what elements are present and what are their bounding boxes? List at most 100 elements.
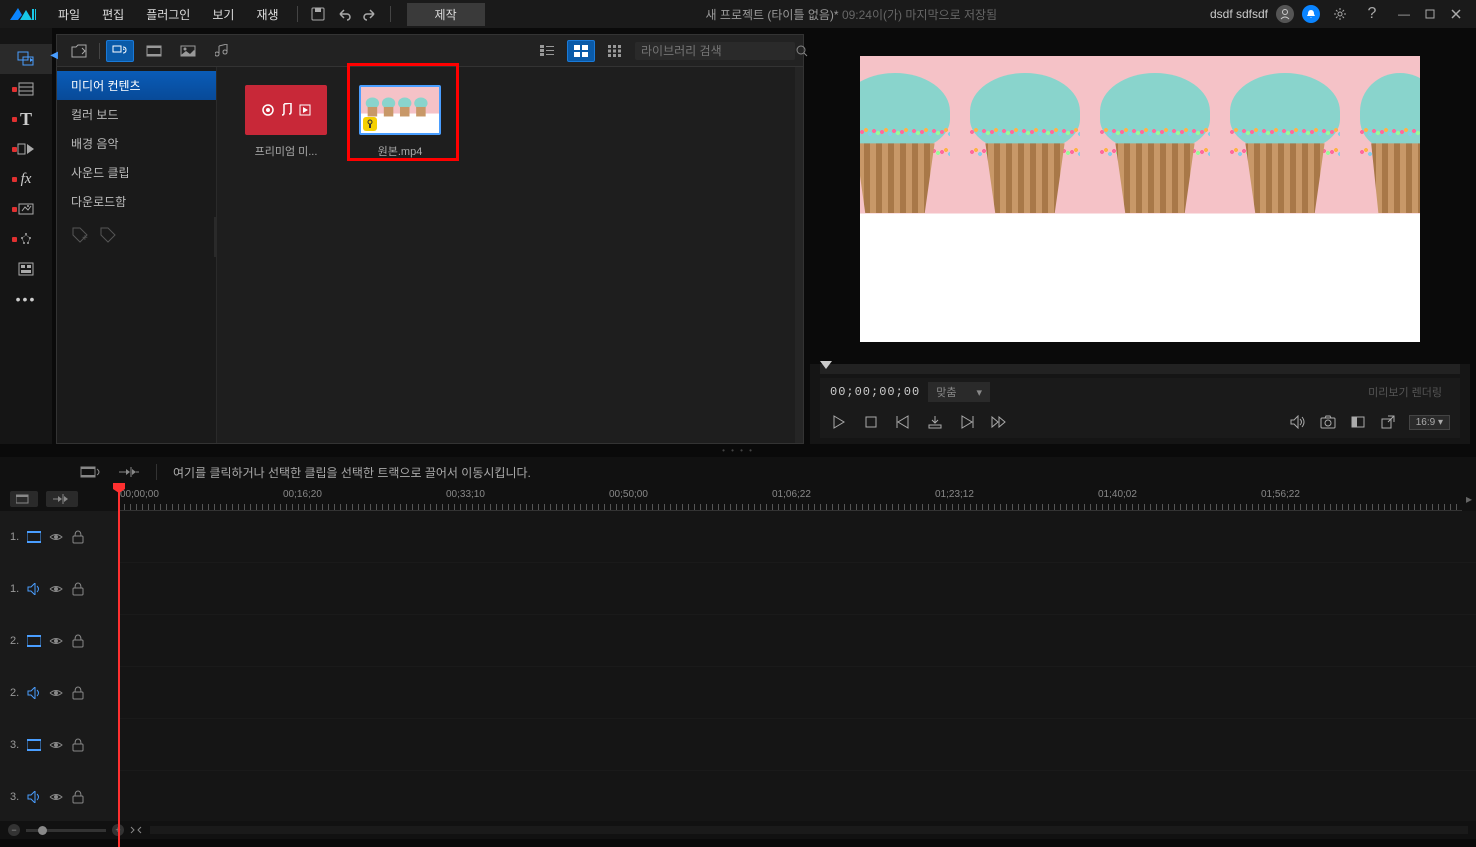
menu-plugin[interactable]: 플러그인 [136, 2, 200, 27]
track-head[interactable]: 2. [0, 615, 118, 666]
take-snapshot-icon[interactable] [926, 413, 944, 431]
media-item-video[interactable]: 원본.mp4 [355, 85, 445, 159]
produce-button[interactable]: 제작 [407, 3, 485, 26]
timeline-split-icon[interactable] [118, 465, 140, 479]
track-head[interactable]: 3. [0, 719, 118, 770]
rail-more-icon[interactable]: ••• [0, 284, 52, 314]
rail-effects-icon[interactable]: fx [0, 164, 52, 194]
sidebar-item-downloads[interactable]: 다운로드함 [57, 187, 216, 216]
panel-resize-handle[interactable]: • • • • [0, 446, 1476, 455]
dock-icon[interactable] [1349, 413, 1367, 431]
close-icon[interactable] [1444, 2, 1468, 26]
timeline-ruler[interactable]: 00;00;00 00;16;20 00;33;10 00;50;00 01;0… [118, 487, 1462, 511]
lock-icon[interactable] [71, 634, 85, 648]
search-icon[interactable] [796, 45, 808, 57]
zoom-out-icon[interactable]: − [8, 824, 20, 836]
timeline-view-icon[interactable] [80, 465, 102, 479]
eye-icon[interactable] [49, 530, 63, 544]
help-icon[interactable]: ? [1360, 2, 1384, 26]
rail-media-icon[interactable]: ◀ [0, 44, 52, 74]
play-icon[interactable] [830, 413, 848, 431]
rail-text-icon[interactable]: T [0, 104, 52, 134]
track-body[interactable] [118, 511, 1476, 562]
filter-video-icon[interactable] [140, 40, 168, 62]
preview-render-button[interactable]: 미리보기 렌더링 [1360, 382, 1450, 402]
notification-icon[interactable] [1302, 5, 1320, 23]
track-body[interactable] [118, 563, 1476, 614]
track-head[interactable]: 2. [0, 667, 118, 718]
redo-icon[interactable] [358, 2, 382, 26]
zoom-slider[interactable] [26, 829, 106, 832]
track-head[interactable]: 1. [0, 563, 118, 614]
zoom-fit-icon[interactable] [130, 824, 142, 836]
track-head[interactable]: 3. [0, 771, 118, 821]
rail-template-icon[interactable] [0, 254, 52, 284]
rail-particle-icon[interactable] [0, 224, 52, 254]
fit-select[interactable]: 맞춤▾ [928, 382, 990, 402]
maximize-icon[interactable] [1418, 2, 1442, 26]
lock-icon[interactable] [71, 582, 85, 596]
preview-scrubber[interactable] [820, 364, 1460, 374]
view-list-icon[interactable] [533, 40, 561, 62]
stop-icon[interactable] [862, 413, 880, 431]
preview-viewport[interactable] [810, 34, 1470, 364]
rail-board-icon[interactable] [0, 74, 52, 104]
zoom-thumb[interactable] [38, 826, 47, 835]
sidebar-item-media-content[interactable]: 미디어 컨텐츠 [57, 71, 216, 100]
track-body[interactable] [118, 667, 1476, 718]
aspect-ratio[interactable]: 16:9 ▾ [1409, 415, 1450, 430]
tag-add-icon[interactable]: + [71, 226, 89, 244]
timeline-scrollbar[interactable] [150, 826, 1468, 834]
view-detail-icon[interactable] [601, 40, 629, 62]
sidebar-item-sound-clip[interactable]: 사운드 클립 [57, 158, 216, 187]
volume-icon[interactable] [1289, 413, 1307, 431]
filter-image-icon[interactable] [174, 40, 202, 62]
filter-media-icon[interactable] [106, 40, 134, 62]
sidebar-item-bgm[interactable]: 배경 음악 [57, 129, 216, 158]
eye-icon[interactable] [49, 582, 63, 596]
lock-icon[interactable] [71, 738, 85, 752]
rail-transition-icon[interactable] [0, 134, 52, 164]
eye-icon[interactable] [49, 634, 63, 648]
scrub-marker[interactable] [820, 361, 832, 369]
track-head[interactable]: 1. [0, 511, 118, 562]
lock-icon[interactable] [71, 530, 85, 544]
minimize-icon[interactable]: — [1392, 2, 1416, 26]
eye-icon[interactable] [49, 738, 63, 752]
eye-icon[interactable] [49, 790, 63, 804]
rail-overlay-icon[interactable] [0, 194, 52, 224]
undo-icon[interactable] [332, 2, 356, 26]
import-icon[interactable] [65, 40, 93, 62]
track-body[interactable] [118, 719, 1476, 770]
track-toggle-1[interactable] [10, 491, 38, 507]
media-scrollbar[interactable] [795, 67, 803, 443]
lock-icon[interactable] [71, 686, 85, 700]
sidebar-item-color-board[interactable]: 컬러 보드 [57, 100, 216, 129]
menu-play[interactable]: 재생 [246, 2, 288, 27]
track-body[interactable] [118, 771, 1476, 821]
media-item-premium[interactable]: 프리미엄 미... [241, 85, 331, 159]
track-toggle-2[interactable] [46, 491, 78, 507]
search-input[interactable] [641, 44, 796, 58]
prev-frame-icon[interactable] [894, 413, 912, 431]
tag-icon[interactable] [99, 226, 117, 244]
search-box[interactable] [635, 42, 795, 60]
view-grid-icon[interactable] [567, 40, 595, 62]
ruler-scroll-right[interactable]: ▸ [1462, 487, 1476, 511]
next-frame-icon[interactable] [958, 413, 976, 431]
user-avatar-icon[interactable] [1276, 5, 1294, 23]
menu-edit[interactable]: 편집 [92, 2, 134, 27]
menu-view[interactable]: 보기 [202, 2, 244, 27]
track-body[interactable] [118, 615, 1476, 666]
filter-audio-icon[interactable] [208, 40, 236, 62]
menu-file[interactable]: 파일 [48, 2, 90, 27]
eye-icon[interactable] [49, 686, 63, 700]
settings-icon[interactable] [1328, 2, 1352, 26]
playhead[interactable] [118, 487, 120, 847]
popout-icon[interactable] [1379, 413, 1397, 431]
user-name: dsdf sdfsdf [1210, 7, 1268, 21]
save-icon[interactable] [306, 2, 330, 26]
fast-forward-icon[interactable] [990, 413, 1008, 431]
lock-icon[interactable] [71, 790, 85, 804]
snapshot-icon[interactable] [1319, 413, 1337, 431]
